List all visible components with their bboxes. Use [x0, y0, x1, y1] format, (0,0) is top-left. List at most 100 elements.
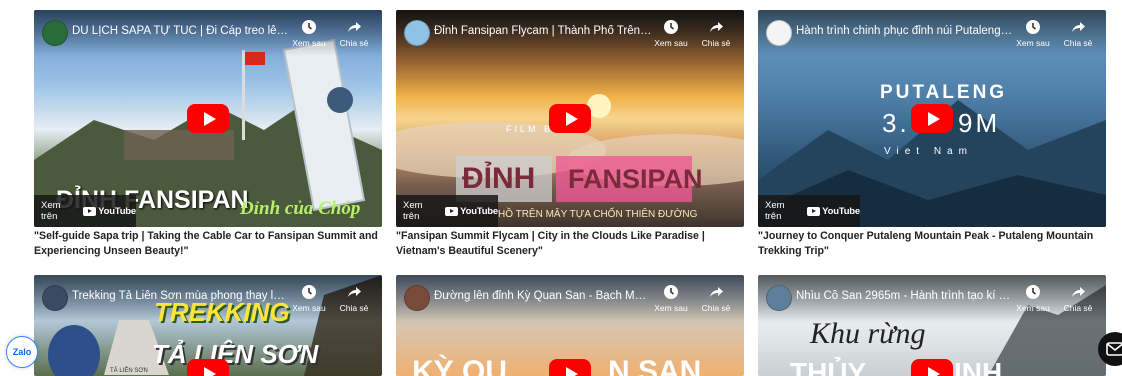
video-caption: "Self-guide Sapa trip | Taking the Cable… — [34, 230, 378, 257]
clock-icon — [664, 20, 678, 34]
video-embed[interactable]: Đỉnh Fansipan Flycam | Thành Phố Trên Mâ… — [396, 10, 744, 227]
youtube-icon — [83, 206, 97, 216]
play-button[interactable] — [549, 104, 591, 133]
thumbnail-overlay-text: Khu rừng — [810, 317, 926, 350]
watch-later-label: Xem sau — [1016, 38, 1050, 48]
share-button[interactable]: Chia sẻ — [334, 19, 374, 48]
youtube-icon — [807, 206, 821, 216]
youtube-wordmark: YouTube — [460, 205, 498, 217]
watch-later-button[interactable]: Xem sau — [289, 284, 329, 313]
play-icon — [565, 366, 578, 376]
thumbnail-overlay-text: KỲ QU — [412, 355, 508, 376]
youtube-logo: YouTube — [445, 206, 498, 217]
thumbnail-overlay-text: INH — [954, 357, 1003, 376]
youtube-logo: YouTube — [83, 206, 136, 217]
video-card: Nhìu Cồ San 2965m - Hành trình tạo kí ức… — [758, 275, 1106, 376]
thumbnail-overlay-text: HỒ TRÊN MÂY TỰA CHỐN THIÊN ĐƯỜNG — [498, 209, 698, 220]
watch-on-youtube-button[interactable]: Xem trên YouTube — [758, 195, 860, 227]
watch-later-label: Xem sau — [292, 303, 326, 313]
play-icon — [203, 111, 216, 126]
video-caption: "Fansipan Summit Flycam | City in the Cl… — [396, 230, 705, 257]
zalo-chat-button[interactable]: Zalo — [6, 336, 38, 368]
play-icon — [927, 366, 940, 376]
video-embed[interactable]: DU LỊCH SAPA TỰ TÚC | Đi Cáp treo lên Đỉ… — [34, 10, 382, 227]
youtube-icon — [445, 206, 459, 216]
thumbnail-overlay-text: Viet Nam — [884, 146, 973, 157]
video-title[interactable]: DU LỊCH SAPA TỰ TÚC | Đi Cáp treo lên Đỉ… — [72, 25, 290, 37]
zalo-label: Zalo — [12, 347, 32, 357]
thumbnail-overlay-text: ĐỈNH — [462, 162, 536, 195]
play-button[interactable] — [911, 359, 953, 376]
channel-avatar[interactable] — [42, 285, 68, 311]
share-label: Chia sẻ — [1063, 303, 1093, 313]
play-icon — [565, 111, 578, 126]
watch-later-label: Xem sau — [292, 38, 326, 48]
share-button[interactable]: Chia sẻ — [696, 19, 736, 48]
play-button[interactable] — [187, 359, 229, 376]
video-embed[interactable]: Trekking Tả Liên Sơn mùa phong thay lá -… — [34, 275, 382, 376]
channel-avatar[interactable] — [766, 285, 792, 311]
video-embed[interactable]: Hành trình chinh phục đỉnh núi Putaleng … — [758, 10, 1106, 227]
thumbnail-overlay-text: TẢ LIÊN SƠN — [110, 368, 148, 374]
video-embed[interactable]: Đường lên đỉnh Kỳ Quan San - Bạch Mộc Lư… — [396, 275, 744, 376]
watch-later-button[interactable]: Xem sau — [1013, 284, 1053, 313]
youtube-wordmark: YouTube — [822, 205, 860, 217]
thumbnail-overlay-text: 9M — [958, 108, 1001, 138]
youtube-logo: YouTube — [807, 206, 860, 217]
play-button[interactable] — [911, 104, 953, 133]
clock-icon — [302, 20, 316, 34]
share-button[interactable]: Chia sẻ — [334, 284, 374, 313]
play-icon — [927, 111, 940, 126]
video-title[interactable]: Đỉnh Fansipan Flycam | Thành Phố Trên Mâ… — [434, 25, 652, 37]
watch-later-button[interactable]: Xem sau — [651, 19, 691, 48]
share-icon — [1072, 287, 1085, 297]
share-label: Chia sẻ — [1063, 38, 1093, 48]
thumbnail-overlay-text: 3. — [882, 108, 910, 138]
watch-later-button[interactable]: Xem sau — [651, 284, 691, 313]
watch-later-label: Xem sau — [654, 303, 688, 313]
youtube-wordmark: YouTube — [98, 205, 136, 217]
thumbnail-overlay-text: PUTALENG — [880, 82, 1008, 103]
share-icon — [348, 287, 361, 297]
watch-on-youtube-button[interactable]: Xem trên YouTube — [34, 195, 136, 227]
video-embed[interactable]: Nhìu Cồ San 2965m - Hành trình tạo kí ức… — [758, 275, 1106, 376]
watch-on-label: Xem trên — [41, 200, 61, 222]
video-card: Đường lên đỉnh Kỳ Quan San - Bạch Mộc Lư… — [396, 275, 744, 376]
watch-later-label: Xem sau — [654, 38, 688, 48]
watch-later-button[interactable]: Xem sau — [289, 19, 329, 48]
clock-icon — [664, 285, 678, 299]
share-button[interactable]: Chia sẻ — [696, 284, 736, 313]
thumbnail-overlay-text: FILM B — [506, 124, 554, 134]
share-button[interactable]: Chia sẻ — [1058, 284, 1098, 313]
play-icon — [203, 366, 216, 376]
clock-icon — [302, 285, 316, 299]
share-label: Chia sẻ — [701, 303, 731, 313]
video-card: Trekking Tả Liên Sơn mùa phong thay lá -… — [34, 275, 382, 376]
video-grid: DU LỊCH SAPA TỰ TÚC | Đi Cáp treo lên Đỉ… — [0, 0, 1122, 376]
video-title[interactable]: Nhìu Cồ San 2965m - Hành trình tạo kí ức… — [796, 290, 1014, 302]
channel-avatar[interactable] — [42, 20, 68, 46]
watch-later-button[interactable]: Xem sau — [1013, 19, 1053, 48]
channel-avatar[interactable] — [766, 20, 792, 46]
thumbnail-overlay-text: THỦY — [790, 357, 867, 376]
mail-icon — [1106, 342, 1122, 356]
thumbnail-overlay-text: TẢ LIÊN SƠN — [152, 339, 319, 369]
video-title[interactable]: Hành trình chinh phục đỉnh núi Putaleng … — [796, 25, 1014, 37]
thumbnail-overlay-text: N SAN — [608, 355, 702, 376]
watch-on-youtube-button[interactable]: Xem trên YouTube — [396, 195, 498, 227]
clock-icon — [1026, 285, 1040, 299]
video-caption: "Journey to Conquer Putaleng Mountain Pe… — [758, 230, 1094, 257]
channel-avatar[interactable] — [404, 20, 430, 46]
share-button[interactable]: Chia sẻ — [1058, 19, 1098, 48]
share-label: Chia sẻ — [339, 303, 369, 313]
share-icon — [1072, 22, 1085, 32]
play-button[interactable] — [187, 104, 229, 133]
share-icon — [348, 22, 361, 32]
video-title[interactable]: Đường lên đỉnh Kỳ Quan San - Bạch Mộc Lư… — [434, 290, 652, 302]
share-icon — [710, 287, 723, 297]
video-card: DU LỊCH SAPA TỰ TÚC | Đi Cáp treo lên Đỉ… — [34, 10, 382, 259]
watch-on-label: Xem trên — [403, 200, 423, 222]
thumbnail-overlay-text: Đỉnh của Chóp — [240, 198, 361, 219]
channel-avatar[interactable] — [404, 285, 430, 311]
play-button[interactable] — [549, 359, 591, 376]
